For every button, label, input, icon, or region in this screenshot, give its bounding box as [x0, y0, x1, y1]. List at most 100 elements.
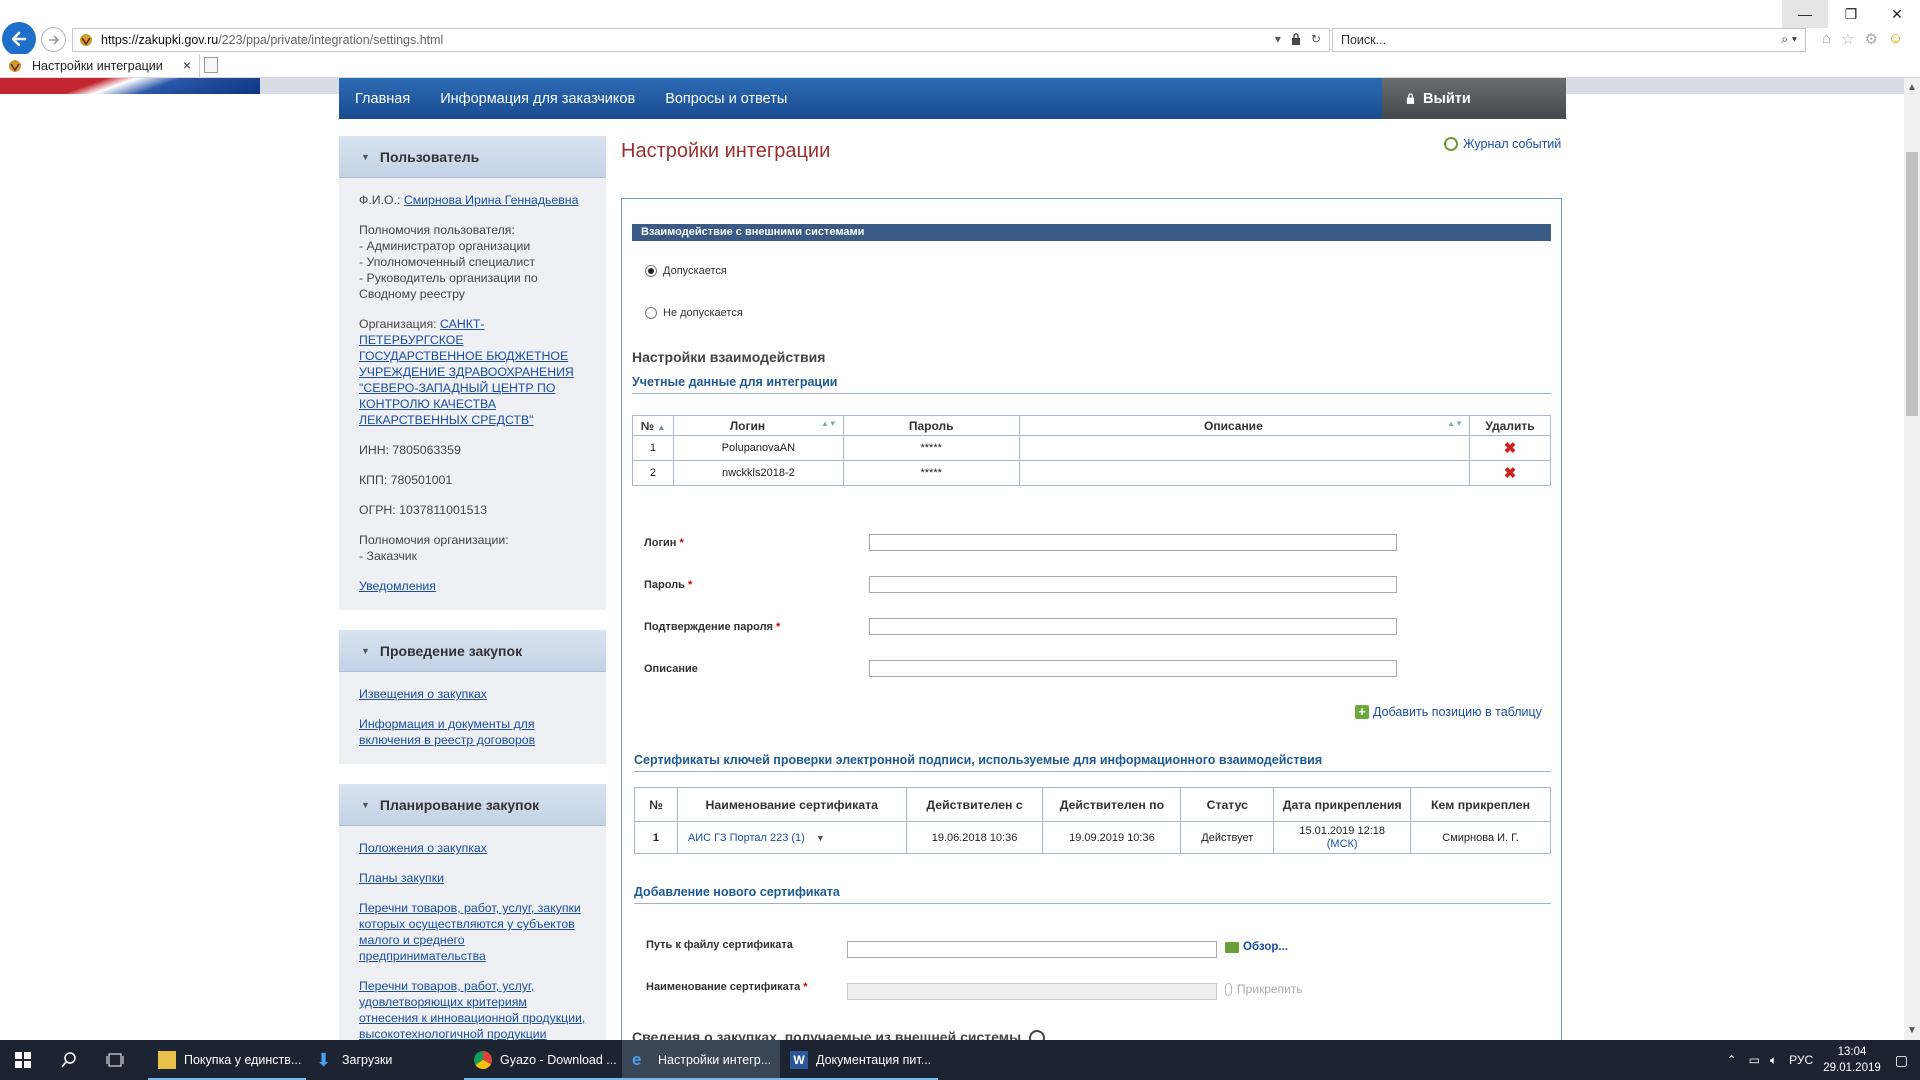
planning-panel-header[interactable]: ▼ Планирование закупок [339, 784, 606, 826]
address-bar[interactable]: https://zakupki.gov.ru/223/ppa/private/i… [72, 28, 1330, 52]
event-log-link[interactable]: Журнал событий [1444, 137, 1561, 151]
attach-button[interactable]: Прикрепить [1225, 982, 1303, 996]
description-input[interactable] [869, 660, 1397, 677]
procurement-panel: ▼ Проведение закупок Извещения о закупках… [339, 630, 606, 764]
sidebar-link-contract-registry[interactable]: Информация и документы для включения в р… [359, 717, 535, 747]
chevron-up-icon[interactable]: ⌃ [1727, 1053, 1737, 1067]
password-input[interactable] [869, 576, 1397, 593]
password-label: Пароль * [644, 579, 693, 591]
certificate-name-dropdown[interactable]: АИС ГЗ Портал 223 (1) ▼ [676, 821, 907, 854]
back-button[interactable] [2, 22, 36, 56]
header-flag-banner [0, 78, 260, 94]
clock[interactable]: 13:04 29.01.2019 [1823, 1044, 1881, 1076]
task-view-icon[interactable] [92, 1040, 138, 1080]
browser-chrome: https://zakupki.gov.ru/223/ppa/private/i… [0, 0, 1920, 78]
search-placeholder: Поиск... [1341, 33, 1387, 47]
sidebar-link-regulations[interactable]: Положения о закупках [359, 841, 487, 855]
user-panel-header[interactable]: ▼ Пользователь [339, 136, 606, 178]
delete-icon[interactable]: ✖ [1504, 465, 1517, 482]
network-icon[interactable]: ▭ [1749, 1053, 1760, 1067]
confirm-password-input[interactable] [869, 618, 1397, 635]
refresh-icon[interactable]: ↻ [1311, 32, 1321, 46]
login-input[interactable] [869, 534, 1397, 551]
windows-logo-icon [15, 1052, 31, 1068]
restore-button[interactable]: ❐ [1828, 0, 1874, 28]
volume-icon[interactable]: 🔈︎ [1770, 1053, 1777, 1068]
column-header-password: Пароль [842, 415, 1020, 436]
plus-icon: + [1355, 705, 1369, 719]
nav-home[interactable]: Главная [355, 91, 410, 107]
system-tray: ⌃ ▭ 🔈︎ РУС 13:04 29.01.2019 ▢ [1727, 1040, 1920, 1080]
sort-asc-icon: ▲ [657, 422, 666, 432]
logout-label: Выйти [1423, 90, 1471, 107]
sidebar-link-notices[interactable]: Извещения о закупках [359, 687, 487, 701]
lock-icon[interactable] [1291, 33, 1301, 45]
sidebar-link-sme-lists[interactable]: Перечни товаров, работ, услуг, закупки к… [359, 901, 581, 963]
radio-denied[interactable]: Не допускается [645, 307, 743, 319]
nav-customer-info[interactable]: Информация для заказчиков [440, 91, 635, 107]
user-name-link[interactable]: Смирнова Ирина Геннадьевна [404, 193, 579, 207]
favorites-star-icon[interactable]: ☆ [1841, 30, 1854, 48]
nav-faq[interactable]: Вопросы и ответы [665, 91, 787, 107]
column-header-number[interactable]: № ▲ [632, 415, 674, 436]
page-viewport: Главная Информация для заказчиков Вопрос… [0, 78, 1904, 1040]
browse-button[interactable]: Обзор... [1225, 941, 1288, 953]
lock-icon [1406, 93, 1415, 104]
procurement-panel-header[interactable]: ▼ Проведение закупок [339, 630, 606, 672]
url-path: /223/ppa/private/integration/settings.ht… [218, 33, 444, 47]
interaction-settings-heading: Настройки взаимодействия [632, 349, 826, 365]
sidebar-link-innovation-lists[interactable]: Перечни товаров, работ, услуг, удовлетво… [359, 979, 585, 1040]
radio-allowed[interactable]: Допускается [645, 265, 727, 277]
credentials-heading: Учетные данные для интеграции [632, 375, 1551, 394]
taskbar-app-word[interactable]: W Документация пит... [780, 1040, 938, 1080]
browser-search-input[interactable]: Поиск... ⌕ ▾ [1332, 28, 1806, 52]
collapse-arrow-icon: ▼ [361, 645, 370, 656]
certificates-heading: Сертификаты ключей проверки электронной … [634, 753, 1551, 772]
column-header-login[interactable]: Логин ▲▼ [672, 415, 844, 436]
page-scrollbar[interactable]: ▲ ▼ [1904, 78, 1920, 1040]
search-icon[interactable]: ⌕ ▾ [1781, 32, 1797, 47]
taskbar-app-ie[interactable]: e Настройки интегр... [622, 1040, 780, 1080]
column-header-description[interactable]: Описание ▲▼ [1018, 415, 1471, 436]
arrow-right-icon [48, 34, 59, 45]
close-window-button[interactable]: ✕ [1874, 0, 1920, 28]
forward-button[interactable] [41, 27, 66, 52]
delete-icon[interactable]: ✖ [1504, 440, 1517, 457]
collapse-arrow-icon: ▼ [361, 799, 370, 810]
taskbar-app-file[interactable]: Покупка у единств... [148, 1040, 306, 1080]
logout-button[interactable]: Выйти [1382, 78, 1566, 119]
cert-path-input[interactable] [847, 941, 1217, 958]
expand-circle-icon[interactable] [1028, 1030, 1045, 1040]
user-panel: ▼ Пользователь Ф.И.О.: Смирнова Ирина Ген… [339, 136, 606, 610]
add-position-button[interactable]: + Добавить позицию в таблицу [1355, 705, 1542, 719]
browser-tab-active[interactable]: Настройки интеграции × [0, 54, 200, 78]
smiley-icon[interactable]: ☺ [1888, 30, 1903, 48]
folder-icon [1225, 941, 1239, 953]
taskbar-app-chrome[interactable]: Gyazo - Download ... [464, 1040, 622, 1080]
sidebar-link-plans[interactable]: Планы закупки [359, 871, 444, 885]
close-tab-icon[interactable]: × [183, 57, 191, 73]
radio-button[interactable] [645, 307, 657, 319]
radio-button-checked[interactable] [645, 265, 657, 277]
sort-icon: ▲▼ [820, 418, 837, 428]
notifications-icon[interactable]: ▢ [1895, 1052, 1908, 1069]
scrollbar-thumb[interactable] [1906, 152, 1918, 416]
organization-link[interactable]: САНКТ-ПЕТЕРБУРГСКОЕ ГОСУДАРСТВЕННОЕ БЮДЖ… [359, 317, 574, 427]
notifications-link[interactable]: Уведомления [359, 579, 436, 593]
home-icon[interactable]: ⌂ [1822, 30, 1831, 48]
start-button[interactable] [0, 1040, 46, 1080]
language-indicator[interactable]: РУС [1789, 1053, 1813, 1067]
scroll-down-icon[interactable]: ▼ [1907, 1025, 1917, 1036]
internet-explorer-icon: e [632, 1050, 642, 1069]
search-icon[interactable] [46, 1040, 92, 1080]
dropdown-arrow-icon[interactable]: ▾ [1275, 32, 1281, 46]
new-tab-button[interactable] [204, 57, 218, 73]
cert-name-input[interactable] [847, 983, 1217, 1000]
integration-settings-panel: Взаимодействие с внешними системами Допу… [621, 198, 1562, 1040]
taskbar-app-downloads[interactable]: ⬇ Загрузки [306, 1040, 464, 1080]
gear-icon[interactable]: ⚙ [1865, 30, 1878, 48]
minimize-button[interactable]: — [1782, 0, 1828, 28]
new-certificate-heading: Добавление нового сертификата [634, 885, 1551, 904]
scroll-up-icon[interactable]: ▲ [1907, 82, 1917, 93]
sidebar: ▼ Пользователь Ф.И.О.: Смирнова Ирина Ген… [339, 136, 606, 1040]
